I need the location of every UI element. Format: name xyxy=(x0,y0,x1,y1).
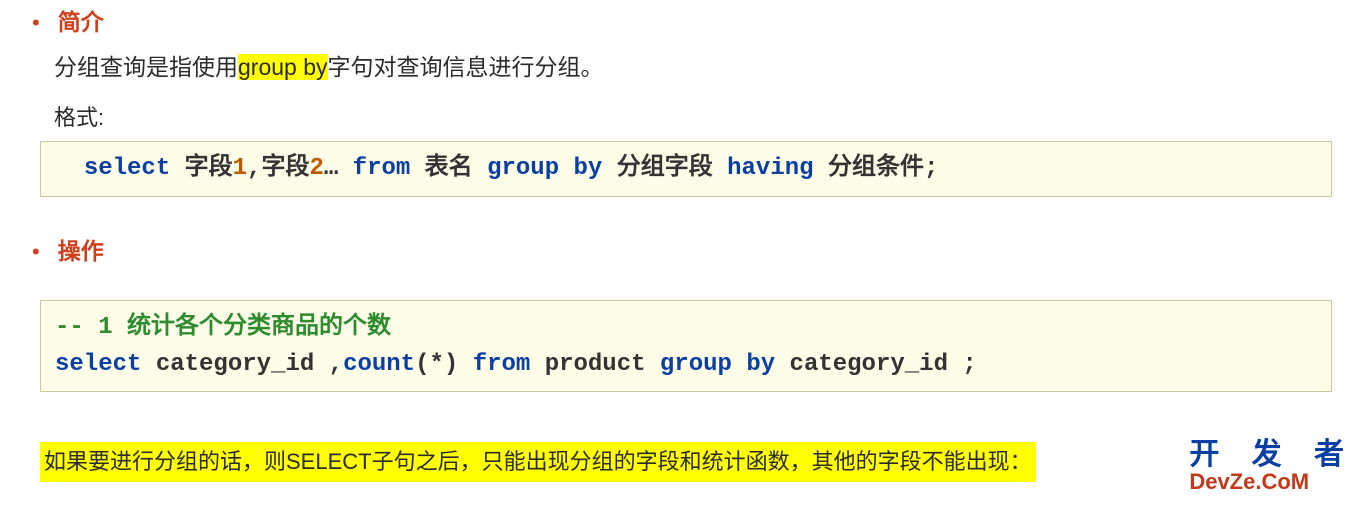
code-block-example: -- 1 统计各个分类商品的个数 select category_id ,cou… xyxy=(40,300,1332,392)
kw-having: having xyxy=(727,155,813,182)
code-txt-field-a: 字段 xyxy=(170,155,232,182)
code-txt-grpfield: 分组字段 xyxy=(602,155,727,182)
code-txt-mid2: product xyxy=(530,351,660,378)
format-label: 格式: xyxy=(54,100,1332,135)
code-num-2: 2 xyxy=(309,155,323,182)
section-intro-header: • 简介 xyxy=(40,4,1332,41)
code-txt-table: 表名 xyxy=(410,155,487,182)
kw-groupby: group by xyxy=(487,155,602,182)
intro-text-post: 字句对查询信息进行分组。 xyxy=(328,54,604,80)
kw-from: from xyxy=(353,155,411,182)
intro-sentence: 分组查询是指使用group by字句对查询信息进行分组。 xyxy=(54,49,1332,86)
bullet-dot-icon: • xyxy=(32,5,40,40)
code-txt-mid3: category_id ; xyxy=(775,351,977,378)
kw-groupby-2: group by xyxy=(660,351,775,378)
intro-text-pre: 分组查询是指使用 xyxy=(54,54,238,80)
section-title-intro: 简介 xyxy=(58,4,104,41)
code-comment: -- 1 统计各个分类商品的个数 xyxy=(55,314,391,341)
code-block-format: select 字段1,字段2… from 表名 group by 分组字段 ha… xyxy=(40,141,1332,197)
code-txt-mid1: category_id , xyxy=(141,351,343,378)
kw-from-2: from xyxy=(473,351,531,378)
kw-count: count xyxy=(343,351,415,378)
code-txt-dots: … xyxy=(324,155,353,182)
kw-select-2: select xyxy=(55,351,141,378)
bullet-dot-icon: • xyxy=(32,234,40,269)
section-op-header: • 操作 xyxy=(40,233,1332,270)
intro-highlight-groupby: group by xyxy=(238,54,328,80)
code-num-1: 1 xyxy=(233,155,247,182)
code-txt-cond: 分组条件; xyxy=(814,155,939,182)
note-highlight: 如果要进行分组的话，则SELECT子句之后，只能出现分组的字段和统计函数，其他的… xyxy=(40,442,1036,481)
kw-select: select xyxy=(84,155,170,182)
code-txt-paren: (*) xyxy=(415,351,473,378)
code-txt-comma: ,字段 xyxy=(247,155,309,182)
section-title-op: 操作 xyxy=(58,233,104,270)
